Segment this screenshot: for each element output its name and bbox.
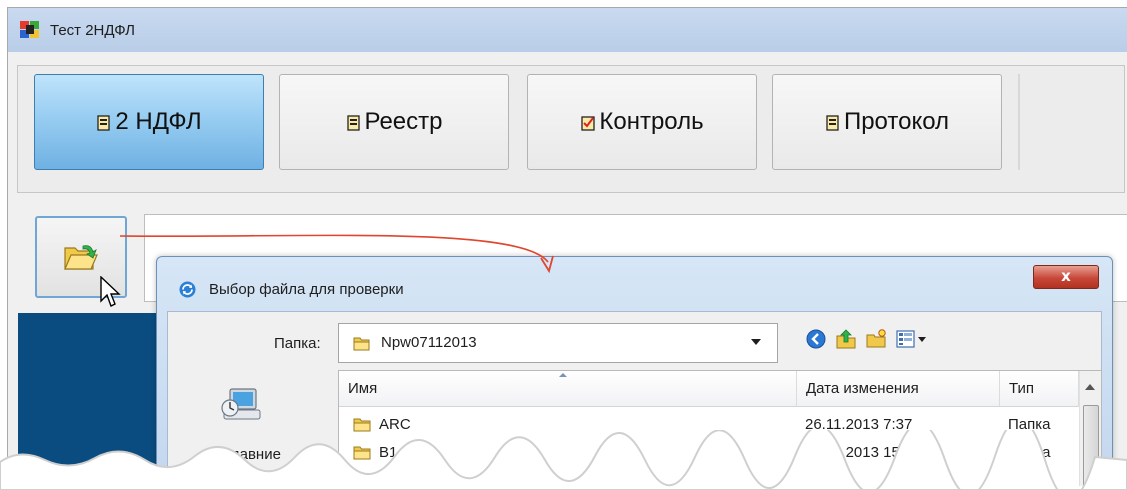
torn-edge (0, 430, 1127, 490)
tab-separator (1018, 74, 1020, 170)
close-button[interactable]: x (1033, 265, 1099, 289)
recent-places-icon[interactable] (220, 386, 264, 426)
tab-control-label: Контроль (599, 108, 704, 135)
tab-protocol[interactable]: Протокол (772, 74, 1002, 170)
tab-2ndfl[interactable]: 2 НДФЛ (34, 74, 264, 170)
scroll-up-icon[interactable] (1085, 384, 1095, 390)
open-folder-icon (64, 245, 98, 270)
mouse-cursor-icon (100, 276, 121, 307)
tab-registry[interactable]: Реестр (279, 74, 509, 170)
sort-ascending-icon (559, 373, 567, 377)
new-folder-icon[interactable] (865, 328, 887, 350)
folder-select[interactable]: Npw07112013 (338, 323, 778, 363)
report-icon (97, 115, 111, 131)
dialog-title: Выбор файла для проверки (209, 281, 404, 298)
column-header-type-label: Тип (1009, 380, 1035, 397)
tab-bar: 2 НДФЛ Реестр Контроль Протокол (17, 65, 1125, 193)
folder-label: Папка: (274, 335, 321, 352)
view-menu-icon[interactable] (895, 328, 927, 350)
window-title: Тест 2НДФЛ (50, 22, 135, 39)
column-header-date[interactable]: Дата изменения (797, 371, 1000, 407)
back-icon[interactable] (805, 328, 827, 350)
folder-icon (353, 337, 370, 351)
column-header-date-label: Дата изменения (806, 380, 919, 397)
tab-control[interactable]: Контроль (527, 74, 757, 170)
folder-select-value: Npw07112013 (381, 334, 477, 351)
app-window: Тест 2НДФЛ 2 НДФЛ Реестр Контроль Проток… (7, 7, 1127, 486)
app-logo-icon (20, 21, 39, 38)
report-icon (826, 115, 839, 131)
tab-protocol-label: Протокол (843, 108, 950, 135)
column-header-name-label: Имя (348, 380, 378, 397)
refresh-icon (179, 281, 196, 298)
column-header-name[interactable]: Имя (339, 371, 797, 407)
up-folder-icon[interactable] (835, 328, 857, 350)
checklist-icon (581, 116, 596, 131)
tab-registry-label: Реестр (364, 108, 443, 135)
chevron-down-icon[interactable] (751, 339, 761, 345)
column-header-type[interactable]: Тип (1000, 371, 1079, 407)
tab-2ndfl-label: 2 НДФЛ (115, 108, 202, 135)
title-bar: Тест 2НДФЛ (8, 8, 1127, 52)
report-icon (346, 115, 360, 131)
